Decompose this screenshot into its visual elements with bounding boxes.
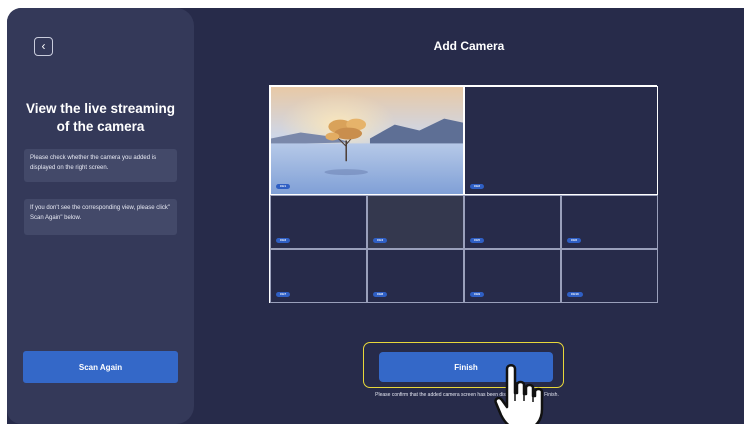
camera-cell-4[interactable]: CH4	[367, 195, 464, 249]
hint-box-scan-again: If you don't see the corresponding view,…	[24, 199, 177, 235]
channel-badge: CH10	[567, 292, 583, 297]
scan-again-button[interactable]: Scan Again	[23, 351, 178, 383]
channel-badge: CH5	[470, 238, 485, 243]
channel-badge: CH8	[373, 292, 388, 297]
channel-badge: CH7	[276, 292, 291, 297]
camera-cell-6[interactable]: CH6	[561, 195, 658, 249]
pointing-hand-icon	[494, 364, 544, 424]
sidebar-title-line1: View the live streaming	[25, 101, 176, 116]
camera-grid: CH1 CH2 CH3 CH4 CH5 CH6 CH7 CH8 CH9 CH10	[269, 85, 658, 303]
channel-badge: CH6	[567, 238, 582, 243]
page-title: Add Camera	[433, 39, 505, 53]
lake-tree-image	[271, 87, 463, 194]
camera-cell-8[interactable]: CH8	[367, 249, 464, 303]
channel-badge: CH1	[276, 184, 291, 189]
camera-cell-9[interactable]: CH9	[464, 249, 561, 303]
channel-badge: CH4	[373, 238, 388, 243]
sidebar: ‹ View the live streaming of the camera …	[7, 8, 194, 424]
channel-badge: CH3	[276, 238, 291, 243]
hint-box-check: Please check whether the camera you adde…	[24, 149, 177, 182]
confirm-text: Please confirm that the added camera scr…	[375, 392, 559, 398]
camera-cell-2[interactable]: CH2	[464, 86, 658, 195]
channel-badge: CH2	[470, 184, 485, 189]
sidebar-title-line2: of the camera	[56, 119, 145, 134]
camera-cell-3[interactable]: CH3	[270, 195, 367, 249]
camera-cell-1[interactable]: CH1	[270, 86, 464, 195]
back-button[interactable]: ‹	[34, 37, 53, 56]
camera-cell-10[interactable]: CH10	[561, 249, 658, 303]
camera-cell-5[interactable]: CH5	[464, 195, 561, 249]
app-screen: ‹ View the live streaming of the camera …	[7, 8, 744, 424]
channel-badge: CH9	[470, 292, 485, 297]
chevron-left-icon: ‹	[41, 39, 46, 53]
sidebar-title: View the live streaming of the camera	[7, 100, 194, 136]
camera-cell-7[interactable]: CH7	[270, 249, 367, 303]
